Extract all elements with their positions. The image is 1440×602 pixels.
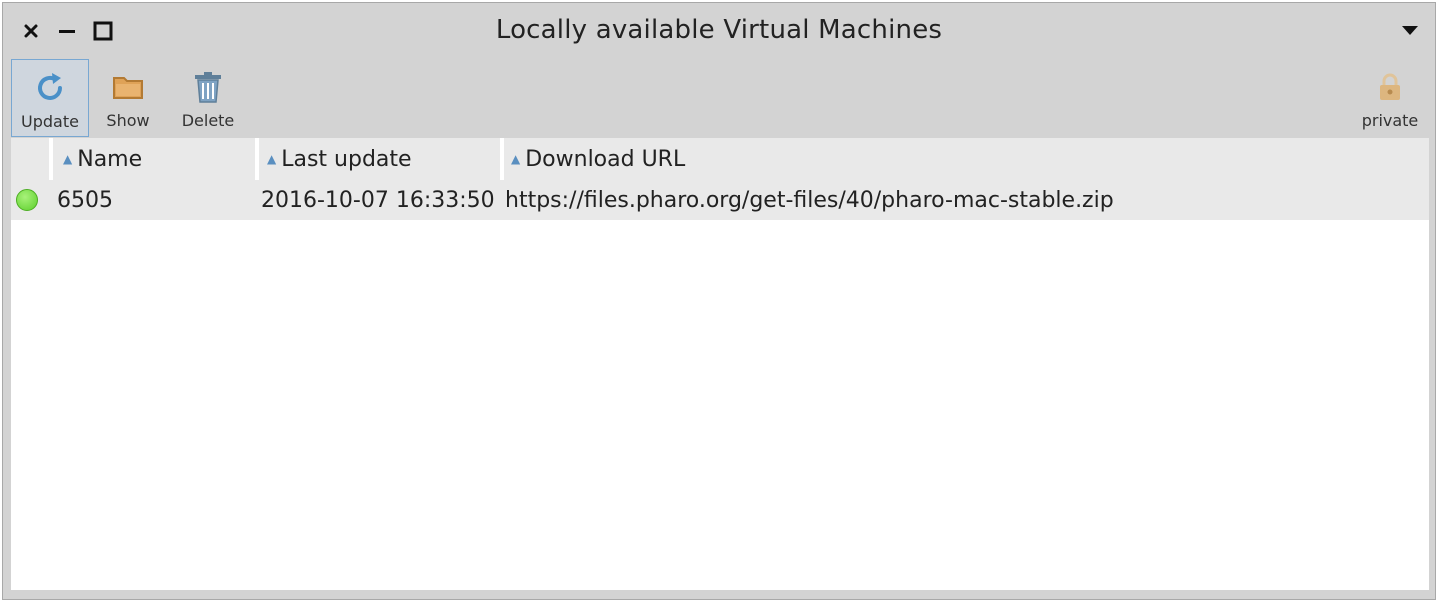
column-header-label: Last update xyxy=(281,146,412,172)
private-label: private xyxy=(1361,111,1419,130)
title-bar[interactable]: Locally available Virtual Machines xyxy=(3,3,1435,57)
folder-icon xyxy=(112,67,144,107)
private-button[interactable]: private xyxy=(1351,59,1429,137)
toolbar: Update Show Delete private xyxy=(3,57,1435,139)
delete-button[interactable]: Delete xyxy=(169,59,247,137)
column-header-label: Download URL xyxy=(525,146,686,172)
column-header-download-url[interactable]: ▲ Download URL xyxy=(511,138,1311,180)
vm-table: ▲ Name ▲ Last update ▲ Download URL 6505… xyxy=(11,138,1429,590)
chevron-down-icon[interactable] xyxy=(1401,25,1419,37)
table-row[interactable]: 6505 2016-10-07 16:33:50 https://files.p… xyxy=(11,180,1429,220)
sort-icon: ▲ xyxy=(267,152,277,166)
window-title: Locally available Virtual Machines xyxy=(495,15,943,45)
update-label: Update xyxy=(21,112,79,131)
cell-download-url: https://files.pharo.org/get-files/40/pha… xyxy=(505,187,1114,213)
delete-label: Delete xyxy=(181,111,235,130)
status-indicator-icon xyxy=(16,189,38,211)
cell-last-update: 2016-10-07 16:33:50 xyxy=(261,187,495,213)
column-header-name[interactable]: ▲ Name xyxy=(63,138,257,180)
column-separator xyxy=(49,138,53,180)
refresh-icon xyxy=(33,68,67,108)
column-separator[interactable] xyxy=(255,138,259,180)
column-header-last-update[interactable]: ▲ Last update xyxy=(267,138,501,180)
lock-icon xyxy=(1377,67,1403,107)
update-button[interactable]: Update xyxy=(11,59,89,137)
table-header: ▲ Name ▲ Last update ▲ Download URL xyxy=(11,138,1429,180)
sort-icon: ▲ xyxy=(511,152,521,166)
column-header-label: Name xyxy=(77,146,143,172)
cell-name: 6505 xyxy=(57,187,113,213)
sort-icon: ▲ xyxy=(63,152,73,166)
column-separator[interactable] xyxy=(500,138,504,180)
trash-icon xyxy=(193,67,223,107)
vm-window: Locally available Virtual Machines Updat… xyxy=(2,2,1436,600)
show-button[interactable]: Show xyxy=(89,59,167,137)
show-label: Show xyxy=(106,111,150,130)
